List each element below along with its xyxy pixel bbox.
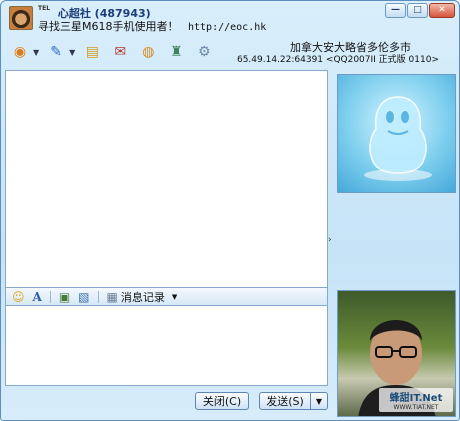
close-window-button[interactable]: ✕ xyxy=(429,3,455,18)
toolbar-group-chat-button[interactable]: ◍ xyxy=(137,41,159,63)
chevron-down-icon[interactable]: ▼ xyxy=(33,48,39,57)
settings-icon: ⚙ xyxy=(198,44,211,60)
message-history-label: 消息记录 xyxy=(120,290,165,304)
toolbar-send-file-button[interactable]: ▤ xyxy=(81,41,103,63)
chevron-down-icon: ▼ xyxy=(171,292,178,301)
toolbar-send-sms-button[interactable]: ✉ xyxy=(109,41,131,63)
chevron-down-icon[interactable]: ▼ xyxy=(69,48,75,57)
message-history-button[interactable]: ▦ 消息记录 ▼ xyxy=(107,289,178,305)
font-icon[interactable]: A xyxy=(33,291,42,303)
video-chat-icon: ◉ xyxy=(13,44,27,60)
chat-toolbar: ◉ ▼ ✎ ▼ ▤ ✉ ◍ ♜ ⚙ xyxy=(9,41,215,63)
emoticon-icon[interactable]: ☺ xyxy=(12,291,25,303)
video-panel: 蜂甜IT.Net WWW.TIAT.NET xyxy=(337,290,456,417)
format-separator xyxy=(97,290,99,303)
collapse-sidebar-icon[interactable]: › xyxy=(328,235,332,245)
signature-url[interactable]: http://eoc.hk xyxy=(188,22,266,33)
penguin-icon xyxy=(364,96,432,181)
contact-name-line: TEL 心超社 (487943) xyxy=(38,5,151,20)
format-separator xyxy=(49,290,51,303)
tel-badge: TEL xyxy=(38,5,51,12)
chat-window: TEL 心超社 (487943) 寻找三星M618手机使用者！ http://e… xyxy=(0,0,460,421)
message-history-pane[interactable] xyxy=(5,70,328,288)
window-controls: — □ ✕ xyxy=(385,3,455,18)
voice-chat-icon: ✎ xyxy=(50,44,63,60)
toolbar-settings-button[interactable]: ⚙ xyxy=(193,41,215,63)
remote-assist-icon: ♜ xyxy=(170,44,183,60)
contact-avatar[interactable] xyxy=(9,6,33,30)
screenshot-icon[interactable]: ▧ xyxy=(78,291,89,303)
send-button[interactable]: 发送(S) xyxy=(259,392,311,410)
toolbar-remote-assist-button[interactable]: ♜ xyxy=(165,41,187,63)
toolbar-voice-chat-button[interactable]: ✎ ▼ xyxy=(45,41,75,63)
send-options-button[interactable]: ▼ xyxy=(311,392,328,410)
contact-signature: 寻找三星M618手机使用者！ http://eoc.hk xyxy=(38,18,266,34)
message-input[interactable] xyxy=(5,306,328,386)
group-chat-icon: ◍ xyxy=(142,44,155,60)
history-icon: ▦ xyxy=(106,289,118,304)
format-toolbar: ☺ A ▣ ▧ ▦ 消息记录 ▼ xyxy=(5,288,328,306)
maximize-button[interactable]: □ xyxy=(407,3,428,18)
toolbar-video-chat-button[interactable]: ◉ ▼ xyxy=(9,41,39,63)
qq-show-panel xyxy=(337,74,456,193)
minimize-button[interactable]: — xyxy=(385,3,406,18)
close-button[interactable]: 关闭(C) xyxy=(195,392,249,410)
watermark-sub: WWW.TIAT.NET xyxy=(393,404,439,411)
send-image-icon[interactable]: ▣ xyxy=(59,291,70,303)
watermark-main: 蜂甜IT.Net xyxy=(389,393,443,404)
send-sms-icon: ✉ xyxy=(114,44,127,60)
send-file-icon: ▤ xyxy=(85,44,99,60)
signature-text: 寻找三星M618手机使用者！ xyxy=(38,20,179,33)
watermark: 蜂甜IT.Net WWW.TIAT.NET xyxy=(379,388,453,412)
contact-ip-version: 65.49.14.22:64391 <QQ2007II 正式版 0110> xyxy=(236,55,439,65)
